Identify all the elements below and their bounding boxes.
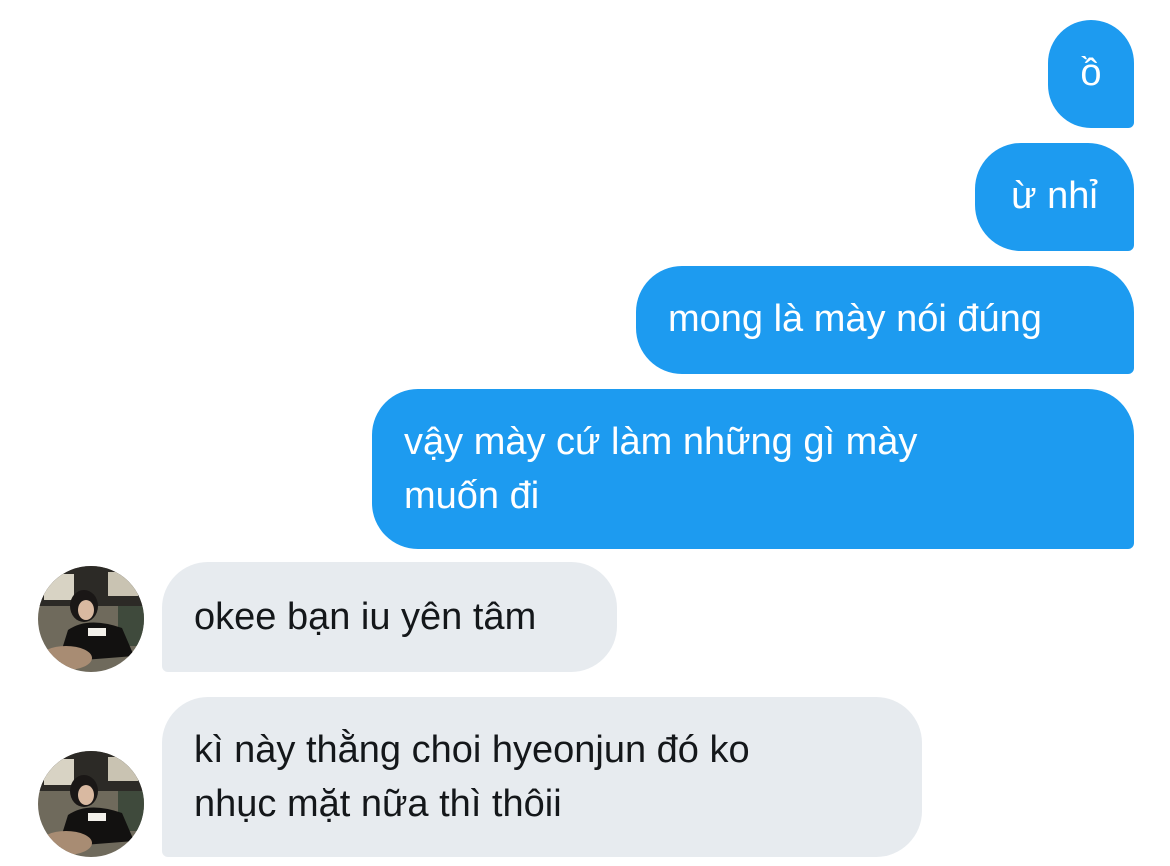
outgoing-message[interactable]: vậy mày cứ làm những gì mày muốn đi	[372, 389, 1134, 549]
outgoing-message[interactable]: ừ nhỉ	[975, 143, 1134, 251]
message-thread: ồ ừ nhỉ mong là mày nói đúng vậy mày cứ …	[0, 0, 1170, 866]
contact-avatar[interactable]	[38, 751, 144, 857]
avatar-photo-icon	[38, 566, 144, 672]
incoming-message[interactable]: kì này thằng choi hyeonjun đó ko nhục mặ…	[162, 697, 922, 857]
incoming-message[interactable]: okee bạn iu yên tâm	[162, 562, 617, 672]
contact-avatar[interactable]	[38, 566, 144, 672]
outgoing-message[interactable]: ồ	[1048, 20, 1134, 128]
outgoing-message[interactable]: mong là mày nói đúng	[636, 266, 1134, 374]
avatar-photo-icon	[38, 751, 144, 857]
